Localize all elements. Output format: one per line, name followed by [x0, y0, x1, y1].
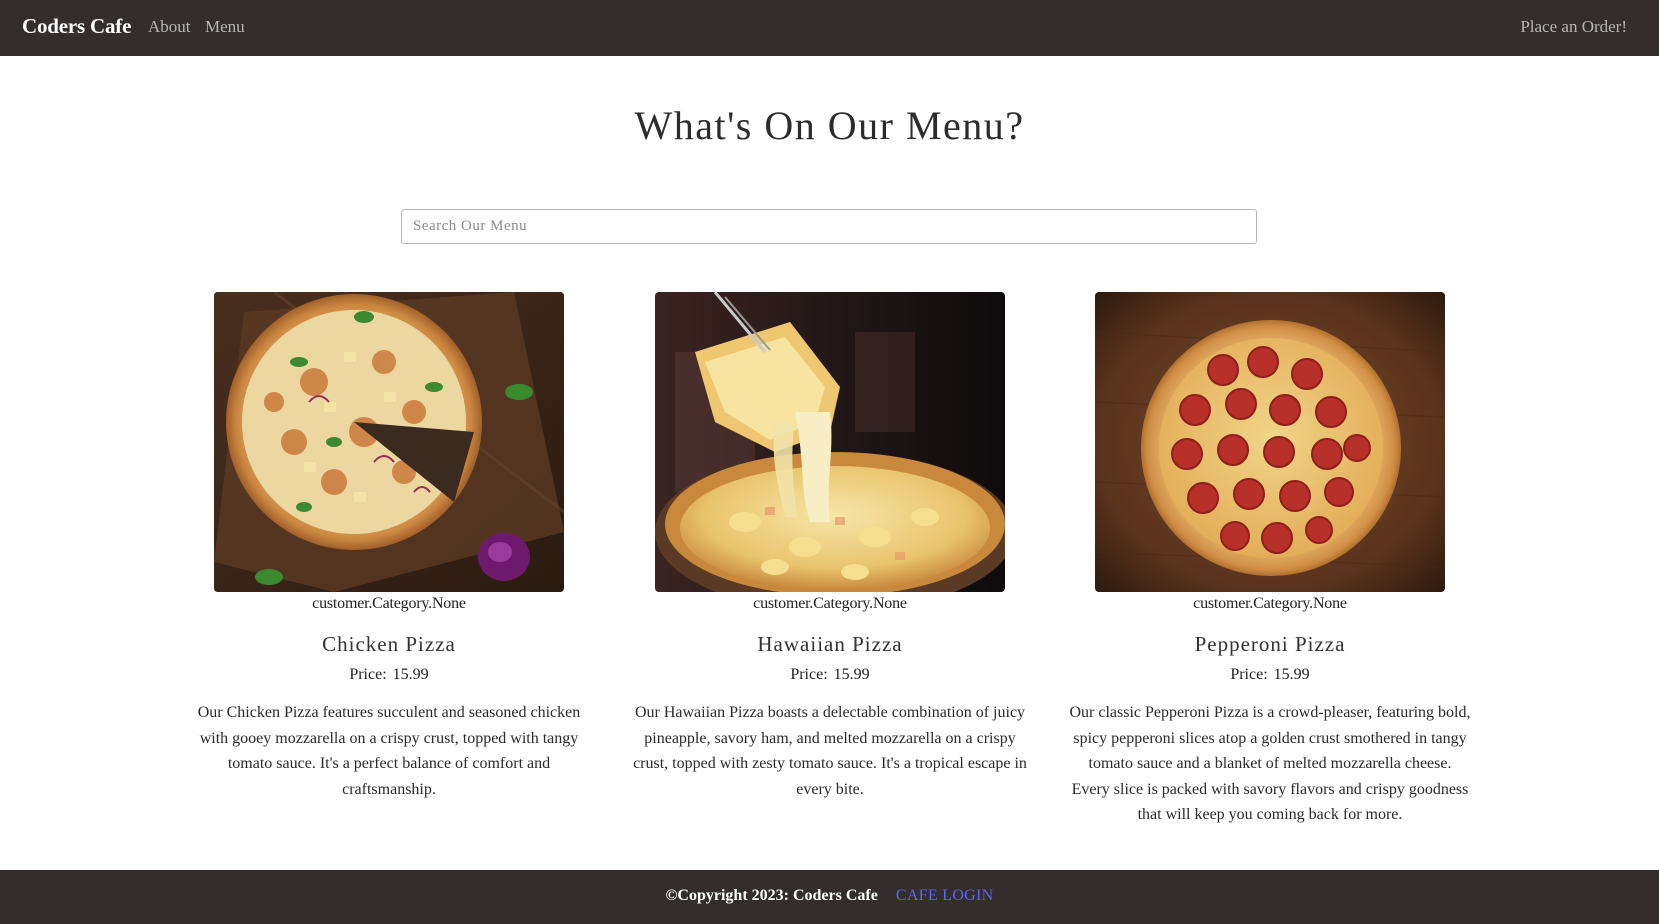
hawaiian-pizza-image — [655, 292, 1005, 592]
menu-card: customer.Category.None Chicken Pizza Pri… — [184, 292, 594, 802]
cafe-login-link[interactable]: CAFE LOGIN — [896, 887, 994, 904]
card-description: Our classic Pepperoni Pizza is a crowd-p… — [1069, 704, 1471, 823]
card-price: Price: 15.99 — [625, 666, 1035, 684]
menu-card: customer.Category.None Hawaiian Pizza Pr… — [625, 292, 1035, 802]
card-description: Our Hawaiian Pizza boasts a delectable c… — [633, 704, 1027, 798]
pepperoni-pizza-image — [1095, 292, 1445, 592]
nav-menu-link[interactable]: Menu — [205, 17, 245, 37]
viewport: Coders Cafe About Menu Place an Order! W… — [0, 0, 1659, 924]
footer-content: ©Copyright 2023: Coders Cafe CAFE LOGIN — [0, 887, 1659, 905]
price-label: Price: — [349, 666, 387, 683]
card-price: Price: 15.99 — [1065, 666, 1475, 684]
card-category: customer.Category.None — [753, 595, 907, 612]
card-name: Hawaiian Pizza — [757, 632, 903, 656]
price-value: 15.99 — [833, 666, 870, 683]
price-label: Price: — [790, 666, 828, 683]
page: Coders Cafe About Menu Place an Order! W… — [0, 0, 1659, 924]
price-value: 15.99 — [392, 666, 429, 683]
card-description: Our Chicken Pizza features succulent and… — [197, 704, 581, 798]
footer: ©Copyright 2023: Coders Cafe CAFE LOGIN — [0, 870, 1659, 924]
menu-card: customer.Category.None Pepperoni Pizza P… — [1065, 292, 1475, 828]
copyright-text: ©Copyright 2023: Coders Cafe — [665, 887, 878, 904]
search-input[interactable] — [401, 209, 1257, 244]
card-category: customer.Category.None — [312, 595, 466, 612]
nav-about-link[interactable]: About — [148, 17, 191, 37]
page-title: What's On Our Menu? — [634, 103, 1025, 148]
brand-link[interactable]: Coders Cafe — [22, 14, 131, 39]
card-name: Pepperoni Pizza — [1194, 632, 1346, 656]
price-label: Price: — [1230, 666, 1268, 683]
card-category: customer.Category.None — [1193, 595, 1347, 612]
place-order-link[interactable]: Place an Order! — [1520, 17, 1627, 37]
card-price: Price: 15.99 — [184, 666, 594, 684]
chicken-pizza-image — [214, 292, 564, 592]
price-value: 15.99 — [1273, 666, 1310, 683]
card-name: Chicken Pizza — [322, 632, 456, 656]
navbar: Coders Cafe About Menu Place an Order! — [0, 0, 1659, 56]
